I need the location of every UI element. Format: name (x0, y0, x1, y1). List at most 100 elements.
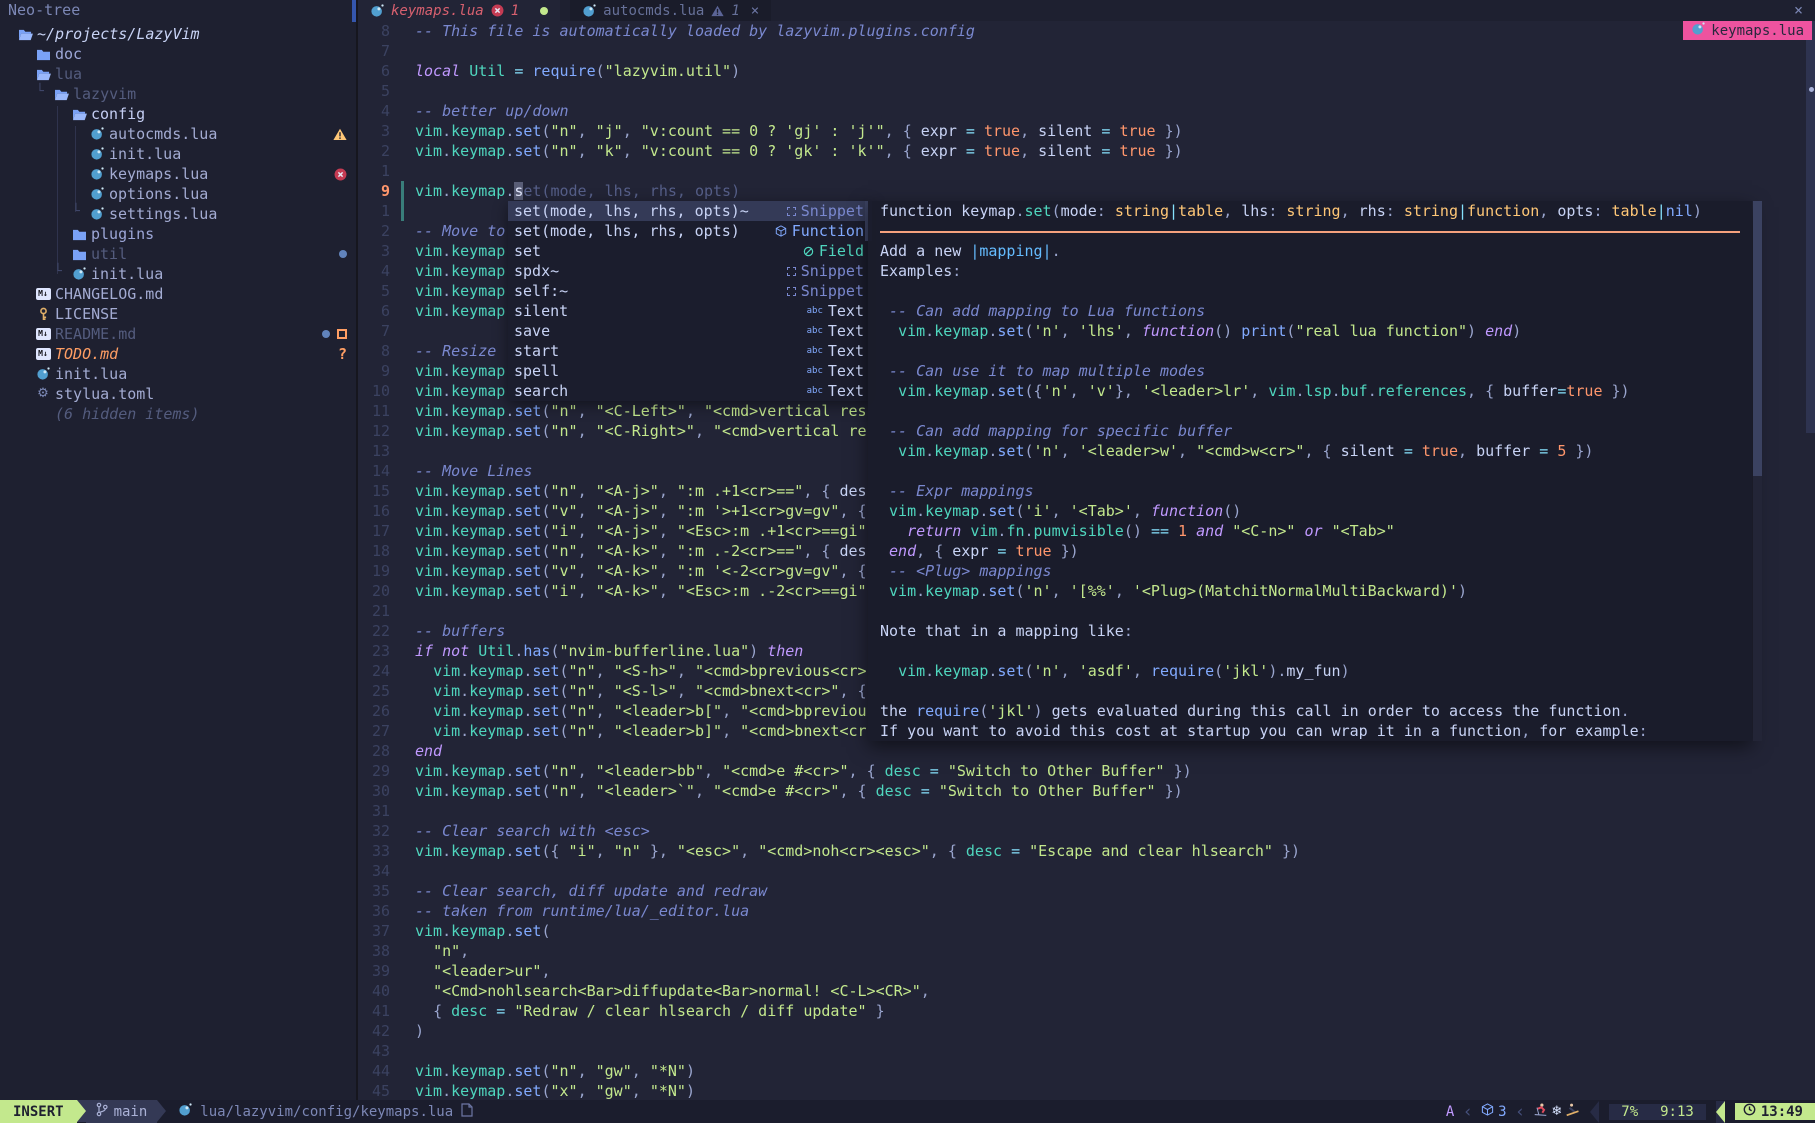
tree-item-lazyvim[interactable]: lazyvim (0, 84, 356, 104)
docs-line: If you want to avoid this cost at startu… (880, 721, 1740, 741)
code-text: -- This file is automatically loaded by … (415, 21, 975, 41)
docs-line (880, 641, 1740, 661)
chevron-left-icon: ‹ (1517, 1102, 1524, 1122)
code-line[interactable]: 34 (358, 861, 1815, 881)
completion-item-spell[interactable]: spellabcText (508, 361, 872, 381)
signature-docs-float: function keymap.set(mode: string|table, … (868, 201, 1752, 741)
tree-item-label: LICENSE (55, 304, 118, 324)
tree-item-changelog.md[interactable]: M↓CHANGELOG.md (0, 284, 356, 304)
tree-item-settings.lua[interactable]: settings.lua (0, 204, 356, 224)
tab-keymaps.lua[interactable]: keymaps.lua 1 (358, 0, 560, 21)
completion-item-set[interactable]: setField (508, 241, 872, 261)
code-line[interactable]: 43 (358, 1041, 1815, 1061)
code-line[interactable]: 3vim.keymap.set("n", "j", "v:count == 0 … (358, 121, 1815, 141)
line-number: 1 (358, 201, 400, 221)
line-number: 6 (358, 301, 400, 321)
code-line[interactable]: 28end (358, 741, 1815, 761)
code-line[interactable]: 35-- Clear search, diff update and redra… (358, 881, 1815, 901)
tree-item--projects-lazyvim[interactable]: ~/projects/LazyVim (0, 24, 356, 44)
git-branch-icon (96, 1102, 108, 1121)
completion-item-self-[interactable]: self:~Snippet (508, 281, 872, 301)
editor-scrollbar-thumb[interactable] (1806, 21, 1815, 433)
git-branch-segment[interactable]: main (86, 1100, 158, 1123)
tree-item-config[interactable]: config (0, 104, 356, 124)
code-line[interactable]: 29vim.keymap.set("n", "<leader>bb", "<cm… (358, 761, 1815, 781)
tree-item-init.lua[interactable]: init.lua (0, 364, 356, 384)
docs-line: Examples: (880, 261, 1740, 281)
text-kind-icon: abc (807, 301, 823, 321)
tree-item-keymaps.lua[interactable]: keymaps.lua (0, 164, 356, 184)
code-line[interactable]: 42) (358, 1021, 1815, 1041)
folder-icon (70, 248, 88, 261)
snippet-kind-icon (787, 267, 796, 276)
code-line[interactable]: 31 (358, 801, 1815, 821)
close-all-icon[interactable]: × (1782, 0, 1815, 21)
code-line[interactable]: 36-- taken from runtime/lua/_editor.lua (358, 901, 1815, 921)
tree-item-todo.md[interactable]: M↓TODO.md? (0, 344, 356, 364)
tree-item-options.lua[interactable]: options.lua (0, 184, 356, 204)
code-line[interactable]: 1 (358, 161, 1815, 181)
completion-item-silent[interactable]: silentabcText (508, 301, 872, 321)
code-text: vim.keymap.set("n", "<leader>b[", "<cmd>… (415, 701, 867, 721)
code-text: vim.keymap.set("n", "<S-h>", "<cmd>bprev… (415, 661, 867, 681)
code-line[interactable]: 45vim.keymap.set("x", "gw", "*N") (358, 1081, 1815, 1101)
tree-item-autocmds.lua[interactable]: autocmds.lua (0, 124, 356, 144)
tree-item-readme.md[interactable]: M↓README.md (0, 324, 356, 344)
code-line[interactable]: 5 (358, 81, 1815, 101)
tree-item-init.lua[interactable]: init.lua (0, 144, 356, 164)
code-text: -- Move Lines (415, 461, 532, 481)
tree-indent-guide (75, 126, 76, 212)
tree-item-plugins[interactable]: plugins (0, 224, 356, 244)
line-number: 15 (358, 481, 400, 501)
code-line[interactable]: 40 "<Cmd>nohlsearch<Bar>diffupdate<Bar>n… (358, 981, 1815, 1001)
line-number: 5 (358, 81, 400, 101)
code-line[interactable]: 8-- This file is automatically loaded by… (358, 21, 1815, 41)
code-line[interactable]: 44vim.keymap.set("n", "gw", "*N") (358, 1061, 1815, 1081)
code-line[interactable]: 33vim.keymap.set({ "i", "n" }, "<esc>", … (358, 841, 1815, 861)
tree-item--6-hidden-items-[interactable]: (6 hidden items) (0, 404, 356, 424)
error-count: 1 (511, 3, 519, 19)
code-line[interactable]: 4-- better up/down (358, 101, 1815, 121)
tab-autocmds.lua[interactable]: autocmds.lua1× (570, 0, 771, 21)
completion-kind: Text (828, 361, 864, 381)
code-line[interactable]: 7 (358, 41, 1815, 61)
code-line[interactable]: 6local Util = require("lazyvim.util") (358, 61, 1815, 81)
tab-close-icon[interactable]: × (751, 3, 759, 19)
completion-item-save[interactable]: saveabcText (508, 321, 872, 341)
docs-scrollbar-thumb[interactable] (1753, 201, 1762, 476)
tree-item-doc[interactable]: doc (0, 44, 356, 64)
code-line[interactable]: 30vim.keymap.set("n", "<leader>`", "<cmd… (358, 781, 1815, 801)
warning-icon (333, 128, 356, 141)
tree-item-lua[interactable]: lua (0, 64, 356, 84)
code-line[interactable]: 41 { desc = "Redraw / clear hlsearch / d… (358, 1001, 1815, 1021)
code-text: vim.keymap.set("x", "gw", "*N") (415, 1081, 695, 1101)
line-number: 7 (358, 41, 400, 61)
sidebar-scrollbar-thumb[interactable] (352, 0, 356, 22)
code-text: local Util = require("lazyvim.util") (415, 61, 740, 81)
text-kind-icon: abc (807, 381, 823, 401)
completion-item-set-mode-lhs-rhs-opts-[interactable]: set(mode, lhs, rhs, opts)~Snippet (508, 201, 872, 221)
completion-item-spdx-[interactable]: spdx~Snippet (508, 261, 872, 281)
tree-item-stylua.toml[interactable]: ⚙stylua.toml (0, 384, 356, 404)
code-editor[interactable]: 8-- This file is automatically loaded by… (358, 21, 1815, 1100)
code-line[interactable]: 37vim.keymap.set( (358, 921, 1815, 941)
completion-kind: Text (828, 301, 864, 321)
docs-scrollbar[interactable] (1753, 201, 1762, 741)
completion-item-start[interactable]: startabcText (508, 341, 872, 361)
completion-item-search[interactable]: searchabcText (508, 381, 872, 401)
completion-item-set-mode-lhs-rhs-opts-[interactable]: set(mode, lhs, rhs, opts)Function (508, 221, 872, 241)
tree-item-util[interactable]: util (0, 244, 356, 264)
lua-file-icon (370, 4, 384, 18)
code-line[interactable]: 38 "n", (358, 941, 1815, 961)
line-number: 2 (358, 141, 400, 161)
code-line[interactable]: 2vim.keymap.set("n", "k", "v:count == 0 … (358, 141, 1815, 161)
code-line[interactable]: 39 "<leader>ur", (358, 961, 1815, 981)
tree-item-license[interactable]: LICENSE (0, 304, 356, 324)
code-text: vim.keymap.set("n", "<leader>b]", "<cmd>… (415, 721, 867, 741)
line-number: 25 (358, 681, 400, 701)
code-line[interactable]: 32-- Clear search with <esc> (358, 821, 1815, 841)
tab-label: keymaps.lua (391, 3, 484, 19)
folder-icon (34, 48, 52, 61)
package-icon (1481, 1103, 1494, 1120)
code-line[interactable]: 9vim.keymap.set(mode, lhs, rhs, opts) (358, 181, 1815, 201)
